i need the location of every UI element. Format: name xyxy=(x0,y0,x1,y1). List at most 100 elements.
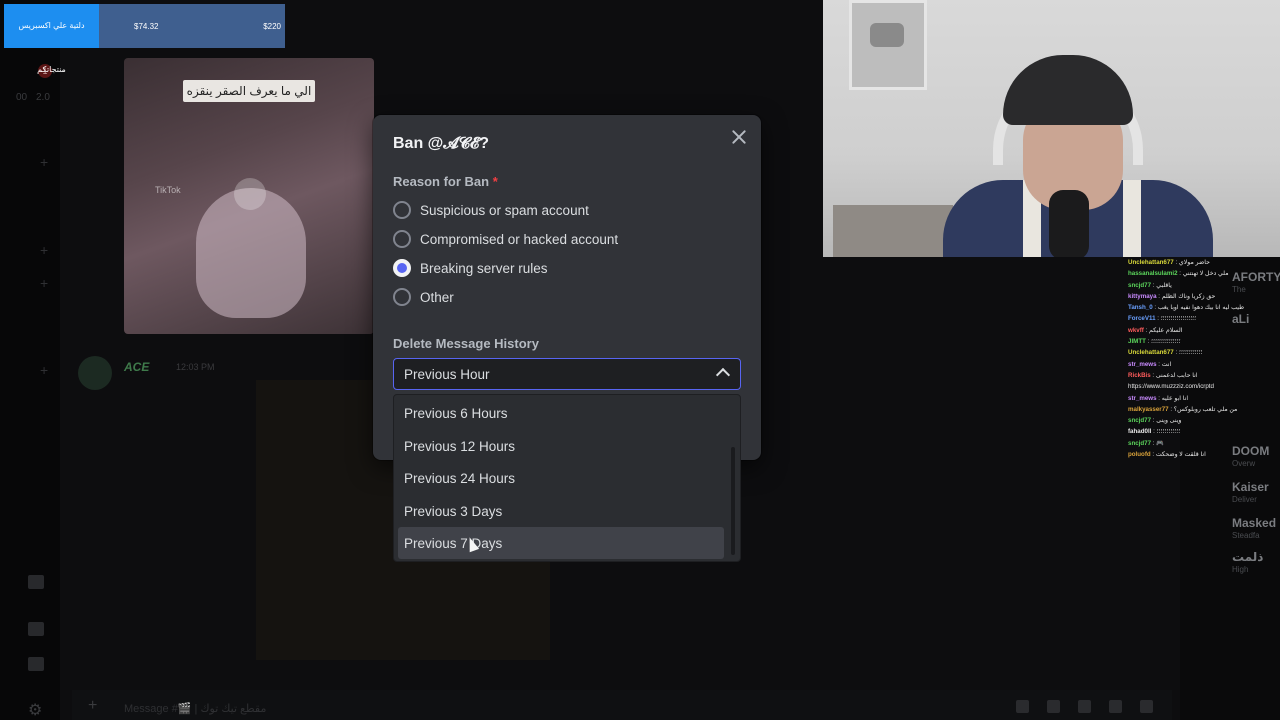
chat-username[interactable]: sncjd77 xyxy=(1128,440,1151,447)
screen-share-icon[interactable] xyxy=(28,575,44,589)
reason-option-label: Suspicious or spam account xyxy=(420,202,589,218)
add-icon[interactable]: + xyxy=(40,242,48,258)
chat-username[interactable]: ForceV11 xyxy=(1128,315,1156,322)
chat-username[interactable]: hassanalsulami2 xyxy=(1128,270,1178,277)
chat-text: https://www.muzzziz.com/icrptd xyxy=(1128,383,1214,391)
chat-text: حق زكريا وناك الظلم xyxy=(1161,292,1216,300)
message-timestamp: 12:03 PM xyxy=(176,362,215,372)
chat-username[interactable]: sncjd77 xyxy=(1128,282,1151,289)
chat-text: طيب ليه انا بيك دهوا نفيه اوبا يغب xyxy=(1157,304,1244,312)
rail-label: 00 xyxy=(16,92,28,103)
add-icon[interactable]: + xyxy=(40,154,48,170)
stream-ticker: دلتية علي اكسبريس منتجاتكم $74.32 $220 xyxy=(4,4,285,74)
chat-text: وينى وينى xyxy=(1156,417,1182,425)
chat-message: sncjd77 : 🎮 xyxy=(1128,439,1164,447)
gear-icon[interactable]: ⚙ xyxy=(28,700,42,720)
apps-icon[interactable] xyxy=(1140,700,1153,713)
message-author[interactable]: ACE xyxy=(124,360,149,374)
reason-option-label: Compromised or hacked account xyxy=(420,231,619,247)
chat-message: malkyasser77 : من ملي تلعب روبلوكس؟ xyxy=(1128,405,1238,413)
rail-label: 2.0 xyxy=(36,92,50,103)
dropdown-option[interactable]: Previous 6 Hours xyxy=(398,397,724,429)
reason-option[interactable]: Suspicious or spam account xyxy=(393,199,589,221)
avatar[interactable] xyxy=(78,356,112,390)
required-mark: * xyxy=(492,174,498,189)
composer-toolbar xyxy=(1016,700,1166,714)
reason-option-label: Other xyxy=(420,289,454,305)
chat-message: Unclehattan677 : ؛؛؛؛؛؛؛؛؛؛؛؛ xyxy=(1128,349,1203,357)
add-icon[interactable]: + xyxy=(40,362,48,378)
chat-message: kittymaya : حق زكريا وناك الظلم xyxy=(1128,292,1216,300)
chat-message: ForceV11 : ؛؛؛؛؛؛؛؛؛؛؛؛؛؛؛؛؛؛ xyxy=(1128,315,1197,323)
gif-icon[interactable] xyxy=(1047,700,1060,713)
radio-icon[interactable] xyxy=(393,288,411,306)
play-icon xyxy=(870,23,904,47)
microphone xyxy=(1049,190,1089,257)
close-icon[interactable] xyxy=(729,127,749,147)
radio-checked-icon[interactable] xyxy=(393,259,411,277)
chat-message: JIMTT : ؛؛؛؛؛؛؛؛؛؛؛؛؛؛؛ xyxy=(1128,338,1181,346)
chat-message: str_mews : انت xyxy=(1128,360,1172,368)
chat-message: wkvff : السلام عليكم xyxy=(1128,326,1183,334)
chat-username[interactable]: poluofd xyxy=(1128,451,1151,458)
chat-message: poluofd : انا قلقت لا وضحكت xyxy=(1128,451,1206,459)
dropdown-option-label: Previous 7 Days xyxy=(404,536,503,551)
add-icon[interactable]: + xyxy=(40,275,48,291)
composer-placeholder[interactable]: Message #🎬 | مقطع تيك توك xyxy=(124,702,266,715)
chat-message: https://www.muzzziz.com/icrptd xyxy=(1128,381,1280,392)
chat-text: انت xyxy=(1161,360,1172,368)
chat-text: انا حابب لدعمنى xyxy=(1155,371,1198,379)
emoji-icon[interactable] xyxy=(1109,700,1122,713)
reason-label: Reason for Ban * xyxy=(393,174,498,189)
chat-username[interactable]: fahad0ll xyxy=(1128,428,1151,435)
gift-icon[interactable] xyxy=(1016,700,1029,713)
dropdown-option[interactable]: Previous 3 Days xyxy=(398,495,724,527)
scrollbar-thumb[interactable] xyxy=(731,447,735,555)
chat-text: ؛؛؛؛؛؛؛؛؛؛؛؛؛؛؛ xyxy=(1151,338,1181,346)
headphones-icon[interactable] xyxy=(28,622,44,636)
dropdown-option[interactable]: Previous 7 Days xyxy=(398,527,724,559)
chat-username[interactable]: RickBis xyxy=(1128,372,1151,379)
chat-username[interactable]: wkvff xyxy=(1128,327,1144,334)
server-rail xyxy=(0,0,60,720)
ticker-promo: دلتية علي اكسبريس منتجاتكم xyxy=(4,4,99,74)
chat-username[interactable]: str_mews xyxy=(1128,395,1157,402)
chat-text: انا قلقت لا وضحكت xyxy=(1155,451,1206,459)
chat-username[interactable]: Unclehattan677 xyxy=(1128,349,1174,356)
sticker-icon[interactable] xyxy=(1078,700,1091,713)
modal-title: Ban @𝓐𝓒𝓔? xyxy=(393,135,489,152)
chat-username[interactable]: str_mews xyxy=(1128,361,1157,368)
chat-username[interactable]: malkyasser77 xyxy=(1128,406,1169,413)
chat-text: ياقلبي xyxy=(1156,281,1172,289)
chat-username[interactable]: JIMTT xyxy=(1128,338,1146,345)
dropdown-option[interactable]: Previous 12 Hours xyxy=(398,430,724,462)
dropdown-option-label: Previous 12 Hours xyxy=(404,438,516,454)
stream-chat: Unclehattan677 : حاضر مولاي hassanalsulam… xyxy=(1128,257,1280,527)
reason-option[interactable]: Other xyxy=(393,286,454,308)
radio-icon[interactable] xyxy=(393,230,411,248)
dropdown-option[interactable]: Previous 24 Hours xyxy=(398,462,724,494)
select-value: Previous Hour xyxy=(404,367,490,382)
reason-option[interactable]: Breaking server rules xyxy=(393,257,548,279)
chat-text: حاضر مولاي xyxy=(1178,259,1210,266)
chat-text: ؛؛؛؛؛؛؛؛؛؛؛؛ xyxy=(1156,428,1181,436)
ticker-price: $74.32 xyxy=(134,22,159,31)
reason-option-label: Breaking server rules xyxy=(420,260,548,276)
dropdown-option-label: Previous 24 Hours xyxy=(404,471,516,486)
play-icon[interactable] xyxy=(234,178,266,210)
activity-icon[interactable] xyxy=(28,657,44,671)
delete-history-options: Previous 6 Hours Previous 12 Hours Previou… xyxy=(393,394,741,562)
chat-username[interactable]: Unclehattan677 xyxy=(1128,259,1174,266)
chevron-up-icon xyxy=(715,367,731,383)
member-name[interactable]: ذلمت xyxy=(1232,550,1263,564)
reason-option[interactable]: Compromised or hacked account xyxy=(393,228,618,250)
radio-icon[interactable] xyxy=(393,201,411,219)
attach-icon[interactable]: + xyxy=(88,697,97,715)
chat-username[interactable]: Tansh_0 xyxy=(1128,304,1153,311)
delete-history-select[interactable]: Previous Hour xyxy=(393,358,741,390)
chat-username[interactable]: kittymaya xyxy=(1128,293,1157,300)
chat-message: str_mews : انا ابو عليه xyxy=(1128,394,1189,402)
chat-message: fahad0ll : ؛؛؛؛؛؛؛؛؛؛؛؛ xyxy=(1128,428,1181,436)
history-label: Delete Message History xyxy=(393,336,539,351)
chat-username[interactable]: sncjd77 xyxy=(1128,417,1151,424)
